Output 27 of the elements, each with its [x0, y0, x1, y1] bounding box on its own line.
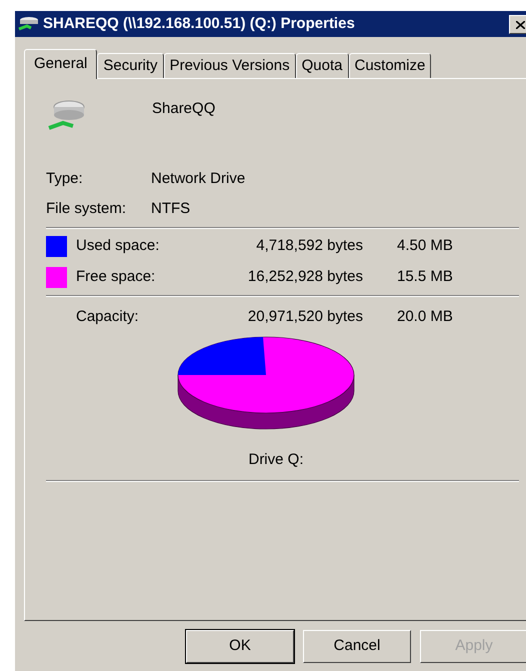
space-label: Free space:	[76, 266, 156, 287]
property-label: File system:	[46, 198, 128, 219]
byte-count: 20,971,520 bytes	[246, 306, 363, 327]
property-value: NTFS	[151, 198, 190, 219]
space-label: Used space:	[76, 236, 160, 256]
size-value: 20.0 MB	[397, 306, 453, 327]
size-value: 4.50 MB	[397, 236, 453, 256]
tab[interactable]: General	[24, 49, 98, 79]
tab[interactable]: Quota	[296, 53, 348, 78]
network-drive-icon	[17, 15, 39, 33]
property-value: Network Drive	[151, 168, 246, 189]
tab[interactable]: Security	[97, 53, 164, 78]
byte-count: 16,252,928 bytes	[246, 266, 363, 287]
close-icon	[516, 20, 524, 28]
tab[interactable]: Customize	[348, 53, 432, 78]
drive-name: ShareQQ	[152, 98, 216, 119]
tab[interactable]: Previous Versions	[164, 53, 296, 78]
size-value: 15.5 MB	[397, 266, 453, 287]
close-button[interactable]	[509, 15, 526, 34]
dialog-button[interactable]: OK	[186, 630, 294, 663]
capacity-label: Capacity:	[76, 306, 140, 327]
dialog-button[interactable]: Cancel	[303, 630, 411, 663]
property-label: Type:	[46, 168, 84, 189]
byte-count: 4,718,592 bytes	[255, 236, 363, 256]
drive-label: Drive Q:	[248, 450, 304, 470]
window-title: SHAREQQ (\\192.168.100.51) (Q:) Properties	[43, 14, 355, 34]
network-drive-icon	[47, 100, 87, 132]
